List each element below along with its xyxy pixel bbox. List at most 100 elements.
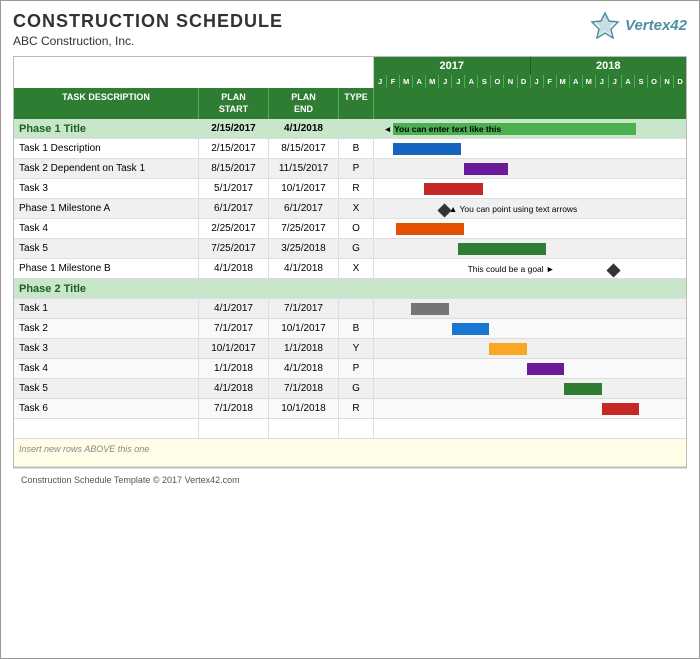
p2-task-5-type: G: [339, 379, 374, 398]
task-5-type: G: [339, 239, 374, 258]
phase-1-bar-label: ◄ You can enter text like this: [383, 124, 501, 134]
p2-task-2-end: 10/1/2017: [269, 319, 339, 338]
empty-chart: [374, 419, 686, 438]
year-strip: 2017 2018: [14, 57, 686, 75]
task-1-desc: Task 1 Description: [14, 139, 199, 158]
month-o1: O: [491, 75, 504, 88]
p2-task-4-row: Task 4 1/1/2018 4/1/2018 P: [14, 359, 686, 379]
task-3-bar: [424, 183, 483, 195]
month-strip: J F M A M J J A S O N D J F M A M J J A …: [14, 75, 686, 88]
p2-task-4-end: 4/1/2018: [269, 359, 339, 378]
milestone-a-row: Phase 1 Milestone A 6/1/2017 6/1/2017 X …: [14, 199, 686, 219]
task-3-chart: [374, 179, 686, 198]
empty-start: [199, 419, 269, 438]
col-type: TYPE: [339, 88, 374, 119]
task-4-row: Task 4 2/25/2017 7/25/2017 O: [14, 219, 686, 239]
p2-task-4-bar: [527, 363, 564, 375]
p2-task-4-desc: Task 4: [14, 359, 199, 378]
task-4-desc: Task 4: [14, 219, 199, 238]
task-5-end: 3/25/2018: [269, 239, 339, 258]
p2-task-2-desc: Task 2: [14, 319, 199, 338]
p2-task-1-end: 7/1/2017: [269, 299, 339, 318]
month-m1: M: [400, 75, 413, 88]
month-spacer: [14, 75, 374, 88]
task-1-type: B: [339, 139, 374, 158]
task-1-end: 8/15/2017: [269, 139, 339, 158]
month-a1: A: [413, 75, 426, 88]
phase-1-row: Phase 1 Title 2/15/2017 4/1/2018 ◄ You c…: [14, 119, 686, 139]
milestone-b-type: X: [339, 259, 374, 278]
logo-text: Vertex42: [625, 17, 687, 34]
p2-task-1-type: [339, 299, 374, 318]
milestone-a-start: 6/1/2017: [199, 199, 269, 218]
month-j1: J: [374, 75, 387, 88]
p2-task-4-start: 1/1/2018: [199, 359, 269, 378]
task-2-type: P: [339, 159, 374, 178]
month-j2: J: [439, 75, 452, 88]
month-a2: A: [465, 75, 478, 88]
milestone-a-end: 6/1/2017: [269, 199, 339, 218]
milestone-b-label: This could be a goal ►: [468, 264, 555, 274]
milestone-a-label: ▲ You can point using text arrows: [449, 204, 577, 214]
task-4-type: O: [339, 219, 374, 238]
year-2017: 2017: [374, 57, 531, 75]
task-3-row: Task 3 5/1/2017 10/1/2017 R: [14, 179, 686, 199]
p2-task-6-chart: [374, 399, 686, 418]
logo-icon: [589, 11, 621, 39]
p2-task-5-row: Task 5 4/1/2018 7/1/2018 G: [14, 379, 686, 399]
task-3-start: 5/1/2017: [199, 179, 269, 198]
milestone-b-chart: This could be a goal ►: [374, 259, 686, 278]
task-2-bar: [464, 163, 508, 175]
task-2-end: 11/15/2017: [269, 159, 339, 178]
p2-task-3-desc: Task 3: [14, 339, 199, 358]
copyright: Construction Schedule Template © 2017 Ve…: [13, 468, 687, 491]
header: CONSTRUCTION SCHEDULE ABC Construction, …: [13, 11, 687, 48]
milestone-b-row: Phase 1 Milestone B 4/1/2018 4/1/2018 X …: [14, 259, 686, 279]
milestone-a-desc: Phase 1 Milestone A: [14, 199, 199, 218]
task-4-end: 7/25/2017: [269, 219, 339, 238]
p2-task-4-chart: [374, 359, 686, 378]
month-m3: M: [557, 75, 570, 88]
milestone-b-start: 4/1/2018: [199, 259, 269, 278]
empty-type: [339, 419, 374, 438]
task-5-bar: [458, 243, 545, 255]
task-1-chart: [374, 139, 686, 158]
milestone-b-desc: Phase 1 Milestone B: [14, 259, 199, 278]
month-d2: D: [674, 75, 686, 88]
p2-task-4-type: P: [339, 359, 374, 378]
insert-row-label: Insert new rows ABOVE this one: [14, 439, 154, 466]
task-1-bar: [393, 143, 462, 155]
task-4-bar: [396, 223, 465, 235]
p2-task-2-bar: [452, 323, 489, 335]
p2-task-6-bar: [602, 403, 639, 415]
logo: Vertex42: [589, 11, 687, 39]
month-j5: J: [596, 75, 609, 88]
task-2-chart: [374, 159, 686, 178]
p2-task-5-chart: [374, 379, 686, 398]
task-2-desc: Task 2 Dependent on Task 1: [14, 159, 199, 178]
p2-task-2-type: B: [339, 319, 374, 338]
p2-task-3-type: Y: [339, 339, 374, 358]
month-m4: M: [583, 75, 596, 88]
task-3-end: 10/1/2017: [269, 179, 339, 198]
p2-task-1-bar: [411, 303, 448, 315]
empty-end: [269, 419, 339, 438]
col-task-desc: TASK DESCRIPTION: [14, 88, 199, 119]
milestone-a-type: X: [339, 199, 374, 218]
month-f2: F: [544, 75, 557, 88]
phase-1-type: [339, 119, 374, 138]
p2-task-5-end: 7/1/2018: [269, 379, 339, 398]
phase-2-start: [199, 279, 269, 298]
phase-2-end: [269, 279, 339, 298]
p2-task-6-desc: Task 6: [14, 399, 199, 418]
month-j6: J: [609, 75, 622, 88]
gantt-table: 2017 2018 J F M A M J J A S O N D J F M …: [13, 56, 687, 468]
col-plan-start: PLANSTART: [199, 88, 269, 119]
phase-1-end: 4/1/2018: [269, 119, 339, 138]
p2-task-6-row: Task 6 7/1/2018 10/1/2018 R: [14, 399, 686, 419]
month-m2: M: [426, 75, 439, 88]
col-chart-spacer: [374, 88, 686, 119]
year-2018: 2018: [531, 57, 687, 75]
copyright-text: Construction Schedule Template © 2017 Ve…: [21, 475, 240, 485]
empty-desc: [14, 419, 199, 438]
